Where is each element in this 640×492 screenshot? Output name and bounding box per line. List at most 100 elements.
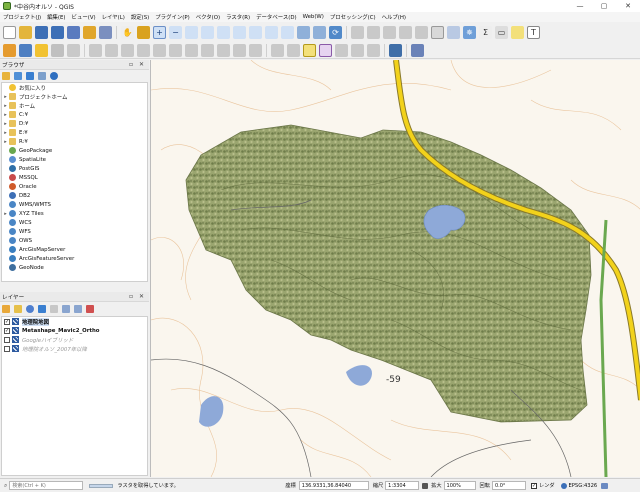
expand-arrow-icon[interactable]: ▸ bbox=[2, 94, 9, 100]
label-pin-icon[interactable] bbox=[287, 43, 300, 57]
browser-item[interactable]: ▸ C:¥ bbox=[2, 110, 147, 119]
undo-icon[interactable] bbox=[233, 43, 246, 57]
browser-item[interactable]: WMS/WMTS bbox=[2, 200, 147, 209]
lock-scale-icon[interactable] bbox=[422, 482, 429, 489]
layer-item[interactable]: ✓ Metashape_Mavic2_Ortho bbox=[2, 326, 147, 335]
messages-icon[interactable] bbox=[601, 482, 609, 489]
save-as-icon[interactable] bbox=[51, 25, 64, 39]
save-edits-icon[interactable] bbox=[121, 43, 134, 57]
filter-browser-icon[interactable] bbox=[26, 72, 34, 80]
refresh-browser-icon[interactable] bbox=[14, 72, 22, 80]
browser-item[interactable]: WCS bbox=[2, 218, 147, 227]
properties-icon[interactable] bbox=[50, 72, 58, 80]
browser-item[interactable]: WFS bbox=[2, 227, 147, 236]
edit-pencil-icon[interactable] bbox=[89, 43, 102, 57]
copy-icon[interactable] bbox=[201, 43, 214, 57]
paste-icon[interactable] bbox=[217, 43, 230, 57]
zoom-selection-icon[interactable] bbox=[217, 25, 230, 39]
browser-item[interactable]: GeoNode bbox=[2, 263, 147, 272]
magnifier-field[interactable]: 100% bbox=[443, 481, 476, 490]
add-feature-icon[interactable] bbox=[137, 43, 150, 57]
cut-icon[interactable] bbox=[185, 43, 198, 57]
zoom-last-icon[interactable] bbox=[265, 25, 278, 39]
browser-item[interactable]: ▸ D:¥ bbox=[2, 119, 147, 128]
zoom-full-icon[interactable] bbox=[201, 25, 214, 39]
save-project-icon[interactable] bbox=[35, 25, 48, 39]
browser-item[interactable]: ▸ XYZ Tiles bbox=[2, 209, 147, 218]
crs-label[interactable]: EPSG:4326 bbox=[569, 483, 598, 489]
data-source-manager-icon[interactable] bbox=[3, 43, 16, 57]
menu-database[interactable]: データベース(D) bbox=[253, 13, 299, 21]
layers-panel-float-close-icon[interactable]: ▫ ✕ bbox=[129, 293, 146, 300]
label-move-icon[interactable] bbox=[335, 43, 348, 57]
crs-globe-icon[interactable] bbox=[560, 482, 567, 489]
delete-icon[interactable] bbox=[169, 43, 182, 57]
menu-raster[interactable]: ラスタ(R) bbox=[223, 13, 253, 21]
zoom-next-icon[interactable] bbox=[281, 25, 294, 39]
attribute-table-icon[interactable] bbox=[431, 25, 444, 39]
text-annotation-icon[interactable]: T bbox=[527, 25, 540, 39]
expand-arrow-icon[interactable]: ▸ bbox=[2, 112, 9, 118]
close-button[interactable]: ✕ bbox=[616, 0, 640, 12]
add-selected-layers-icon[interactable] bbox=[2, 72, 10, 80]
zoom-in-icon[interactable]: + bbox=[153, 25, 166, 39]
toggle-edit-icon[interactable] bbox=[105, 43, 118, 57]
menu-plugins[interactable]: プラグイン(P) bbox=[152, 13, 192, 21]
filter-legend-icon[interactable] bbox=[38, 305, 46, 313]
style-manager-icon[interactable] bbox=[99, 25, 112, 39]
deselect-icon[interactable] bbox=[415, 25, 428, 39]
menu-help[interactable]: ヘルプ(H) bbox=[379, 13, 409, 21]
expand-arrow-icon[interactable]: ▸ bbox=[2, 130, 9, 136]
browser-item[interactable]: PostGIS bbox=[2, 164, 147, 173]
expand-arrow-icon[interactable]: ▸ bbox=[2, 211, 9, 217]
print-layout-icon[interactable] bbox=[67, 25, 80, 39]
add-group-icon[interactable] bbox=[14, 305, 22, 313]
browser-item[interactable]: ArcGisFeatureServer bbox=[2, 254, 147, 263]
diagram-icon[interactable] bbox=[319, 43, 332, 57]
statistics-icon[interactable]: Σ bbox=[479, 25, 492, 39]
layer-item[interactable]: ✓ 地理院地図 bbox=[2, 317, 147, 326]
measure-icon[interactable]: ▭ bbox=[495, 25, 508, 39]
field-calculator-icon[interactable] bbox=[447, 25, 460, 39]
layer-visibility-checkbox[interactable]: ✓ bbox=[4, 318, 10, 325]
remove-layer-icon[interactable] bbox=[86, 305, 94, 313]
layer-styling-icon[interactable] bbox=[2, 305, 10, 313]
browser-item[interactable]: ▸ E:¥ bbox=[2, 128, 147, 137]
select-icon[interactable] bbox=[383, 25, 396, 39]
label-change-icon[interactable] bbox=[367, 43, 380, 57]
layer-visibility-checkbox[interactable] bbox=[4, 336, 10, 343]
label-rotate-icon[interactable] bbox=[351, 43, 364, 57]
browser-tree[interactable]: お気に入り ▸ プロジェクトホーム ▸ ホーム ▸ C:¥ ▸ D:¥ ▸ E:¥ ▸ R:¥ GeoPa… bbox=[1, 82, 148, 282]
new-layer-icon[interactable] bbox=[19, 43, 32, 57]
menu-processing[interactable]: プロセッシング(C) bbox=[327, 13, 379, 21]
open-project-icon[interactable] bbox=[19, 25, 32, 39]
redo-icon[interactable] bbox=[249, 43, 262, 57]
browser-item[interactable]: ▸ プロジェクトホーム bbox=[2, 92, 147, 101]
layer-visibility-checkbox[interactable]: ✓ bbox=[4, 327, 10, 334]
locator-search-input[interactable] bbox=[9, 481, 84, 490]
action-icon[interactable] bbox=[367, 25, 380, 39]
scale-field[interactable]: 1:3304 bbox=[385, 481, 420, 490]
zoom-rubberband-icon[interactable] bbox=[185, 25, 198, 39]
select-value-icon[interactable] bbox=[399, 25, 412, 39]
panel-float-close-icon[interactable]: ▫ ✕ bbox=[129, 61, 146, 68]
new-project-icon[interactable] bbox=[3, 25, 16, 39]
vertex-tool-icon[interactable] bbox=[153, 43, 166, 57]
menu-view[interactable]: ビュー(V) bbox=[69, 13, 99, 21]
browser-item[interactable]: ▸ R:¥ bbox=[2, 137, 147, 146]
collapse-all-layers-icon[interactable] bbox=[74, 305, 82, 313]
browser-item[interactable]: GeoPackage bbox=[2, 146, 147, 155]
pan-to-selection-icon[interactable] bbox=[137, 25, 150, 39]
menu-settings[interactable]: 設定(S) bbox=[128, 13, 152, 21]
browser-item[interactable]: SpatiaLite bbox=[2, 155, 147, 164]
python-console-icon[interactable] bbox=[389, 43, 402, 57]
menu-vector[interactable]: ベクタ(O) bbox=[193, 13, 223, 21]
new-shapefile-icon[interactable] bbox=[35, 43, 48, 57]
map-tips-icon[interactable] bbox=[511, 25, 524, 39]
processing-toolbox-icon[interactable]: ✵ bbox=[463, 25, 476, 39]
maximize-button[interactable]: ▢ bbox=[592, 0, 616, 12]
new-map-view-icon[interactable] bbox=[297, 25, 310, 39]
menu-web[interactable]: Web(W) bbox=[300, 14, 327, 20]
menu-edit[interactable]: 編集(E) bbox=[44, 13, 68, 21]
new-spatialite-icon[interactable] bbox=[51, 43, 64, 57]
